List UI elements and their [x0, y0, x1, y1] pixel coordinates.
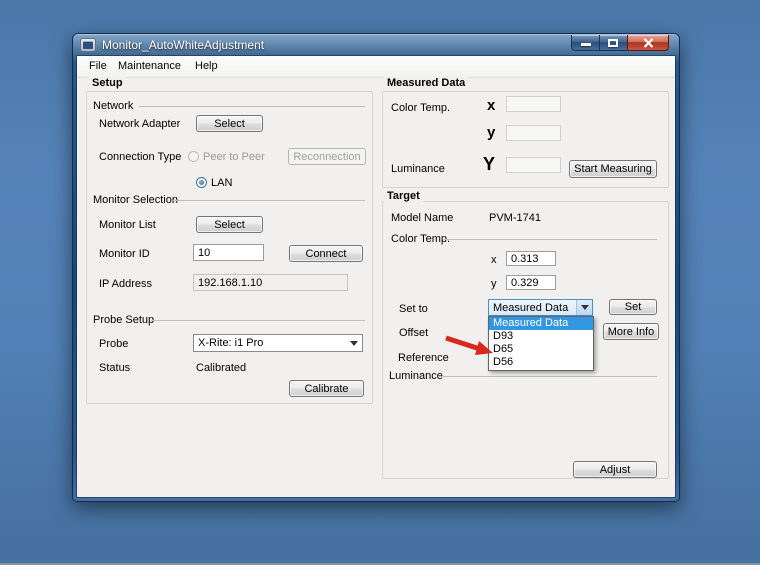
monitor-id-label: Monitor ID: [99, 248, 150, 260]
chevron-down-icon: [350, 340, 358, 346]
chevron-down-icon: [580, 305, 589, 310]
measured-x-label: x: [487, 97, 496, 114]
maximize-icon: [608, 39, 618, 47]
calibrate-button[interactable]: Calibrate: [289, 380, 364, 397]
measured-bigY-label: Y: [483, 154, 496, 174]
set-to-combobox[interactable]: Measured Data: [488, 299, 593, 316]
connect-button[interactable]: Connect: [289, 245, 363, 262]
setup-group-title: Setup: [89, 77, 126, 89]
window-body: File Maintenance Help Setup Network Netw…: [77, 56, 675, 497]
probe-combobox-arrow-zone[interactable]: [346, 335, 362, 351]
dropdown-option-measured-data[interactable]: Measured Data: [489, 317, 593, 330]
menu-file[interactable]: File: [89, 60, 107, 72]
titlebar[interactable]: Monitor_AutoWhiteAdjustment: [73, 34, 679, 56]
probe-label: Probe: [99, 338, 129, 350]
monitor-selection-label: Monitor Selection: [93, 194, 178, 206]
measured-luminance-label: Luminance: [391, 163, 445, 175]
reconnection-button[interactable]: Reconnection: [288, 148, 366, 165]
measured-luminance-field: [506, 157, 561, 173]
app-window: Monitor_AutoWhiteAdjustment File Mainten…: [72, 33, 680, 502]
minimize-button[interactable]: [571, 35, 600, 51]
target-luminance-separator: [438, 376, 657, 377]
start-measuring-button[interactable]: Start Measuring: [569, 160, 657, 178]
offset-label: Offset: [399, 327, 429, 339]
set-button[interactable]: Set: [609, 299, 657, 315]
target-title: Target: [384, 190, 423, 202]
probe-combobox[interactable]: X-Rite: i1 Pro: [193, 334, 363, 352]
model-name-value: PVM-1741: [489, 212, 541, 224]
measured-y-field: [506, 125, 561, 141]
ip-address-field[interactable]: 192.168.1.10: [193, 274, 348, 291]
maximize-button[interactable]: [600, 35, 627, 51]
client-area: Setup Network Network Adapter Select Con…: [77, 77, 675, 497]
minimize-icon: [581, 43, 591, 46]
set-to-combobox-arrow-zone[interactable]: [576, 300, 592, 315]
target-luminance-label: Luminance: [389, 370, 443, 382]
probe-setup-label: Probe Setup: [93, 314, 155, 326]
monitor-list-select-button[interactable]: Select: [196, 216, 263, 233]
target-x-label: x: [491, 254, 497, 266]
measured-data-title: Measured Data: [384, 77, 469, 89]
target-color-temp-separator: [444, 239, 657, 240]
peer-to-peer-radio[interactable]: [188, 151, 199, 162]
desktop: { "window": { "title": "Monitor_AutoWhit…: [0, 0, 760, 570]
probe-setup-separator: [151, 320, 365, 321]
monitor-selection-separator: [173, 200, 365, 201]
peer-to-peer-label: Peer to Peer: [203, 151, 265, 163]
measured-y-label: y: [487, 124, 496, 141]
lan-radio[interactable]: [196, 177, 207, 188]
dropdown-option-d56[interactable]: D56: [489, 356, 593, 369]
probe-combobox-value: X-Rite: i1 Pro: [198, 337, 264, 349]
model-name-label: Model Name: [391, 212, 454, 224]
network-adapter-select-button[interactable]: Select: [196, 115, 263, 132]
adjust-button[interactable]: Adjust: [573, 461, 657, 478]
network-section-label: Network: [93, 100, 134, 112]
menu-help[interactable]: Help: [195, 60, 218, 72]
red-arrow-icon: [445, 335, 493, 355]
target-y-field[interactable]: 0.329: [506, 275, 556, 290]
app-window-icon: [80, 38, 96, 52]
monitor-id-input[interactable]: 10: [193, 244, 264, 261]
dropdown-option-d93[interactable]: D93: [489, 330, 593, 343]
network-adapter-label: Network Adapter: [99, 118, 181, 130]
close-button[interactable]: [627, 35, 669, 51]
menu-maintenance[interactable]: Maintenance: [118, 60, 181, 72]
lan-label: LAN: [211, 177, 233, 189]
measured-color-temp-label: Color Temp.: [391, 102, 451, 114]
dropdown-option-d65[interactable]: D65: [489, 343, 593, 356]
status-label: Status: [99, 362, 131, 374]
set-to-dropdown-list: Measured Data D93 D65 D56: [488, 316, 594, 371]
bottom-strip: [0, 563, 760, 570]
connection-type-label: Connection Type: [99, 151, 182, 163]
status-value: Calibrated: [196, 362, 247, 374]
set-to-combobox-value: Measured Data: [493, 301, 569, 314]
window-title: Monitor_AutoWhiteAdjustment: [102, 38, 265, 52]
caption-buttons: [571, 35, 669, 51]
measured-x-field: [506, 96, 561, 112]
more-info-button[interactable]: More Info: [603, 323, 659, 340]
close-icon: [643, 38, 654, 48]
monitor-list-label: Monitor List: [99, 219, 156, 231]
app-window-icon-screen: [83, 41, 93, 49]
menubar: File Maintenance Help: [77, 56, 675, 78]
target-color-temp-label: Color Temp.: [391, 233, 451, 245]
target-y-label: y: [491, 278, 497, 290]
target-x-field[interactable]: 0.313: [506, 251, 556, 266]
network-separator: [139, 106, 365, 107]
reference-label: Reference: [398, 352, 449, 364]
ip-address-label: IP Address: [99, 278, 152, 290]
set-to-label: Set to: [399, 303, 428, 315]
